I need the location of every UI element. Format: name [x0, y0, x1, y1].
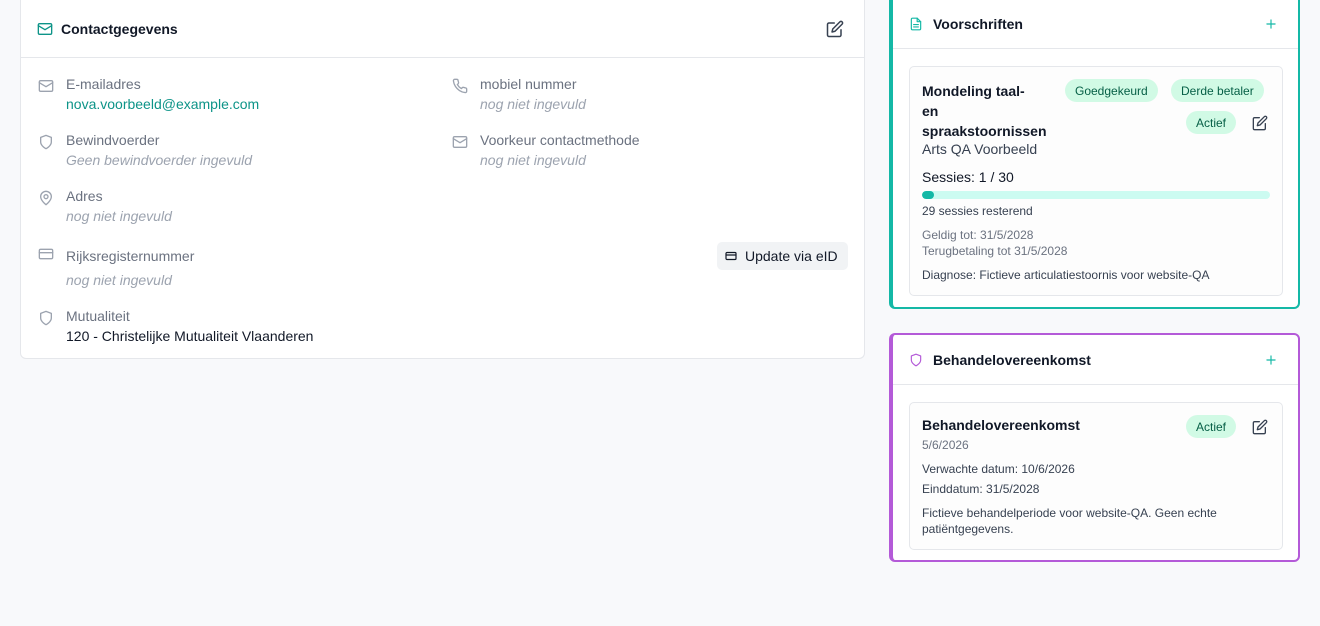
- field-email: E-mailadres nova.voorbeeld@example.com: [38, 76, 438, 116]
- agreement-date: 5/6/2026: [922, 438, 969, 452]
- document-icon: [909, 17, 923, 31]
- edit-contact-button[interactable]: [826, 20, 844, 38]
- address-label: Adres: [66, 188, 103, 204]
- agreement-title: Behandelovereenkomst: [933, 351, 1091, 368]
- edit-prescription-button[interactable]: [1252, 115, 1268, 131]
- guardian-value: Geen bewindvoerder ingevuld: [66, 152, 253, 168]
- contact-method-value: nog niet ingevuld: [480, 152, 586, 168]
- status-badge-third-party: Derde betaler: [1171, 79, 1264, 102]
- update-via-eid-button[interactable]: Update via eID: [717, 242, 848, 270]
- prescription-item: Mondeling taal- en spraakstoornissen Art…: [909, 66, 1283, 296]
- contact-card-title: Contactgegevens: [61, 20, 178, 37]
- plus-icon: [1266, 354, 1276, 365]
- valid-until: Geldig tot: 31/5/2028: [922, 228, 1034, 242]
- mail-icon: [37, 21, 53, 37]
- edit-icon: [826, 20, 844, 37]
- agreement-header: Behandelovereenkomst: [893, 335, 1298, 385]
- add-prescription-button[interactable]: [1264, 17, 1278, 31]
- sessions-label: Sessies: 1 / 30: [922, 169, 1014, 185]
- status-badge-active: Actief: [1186, 111, 1237, 134]
- prescriptions-header: Voorschriften: [893, 0, 1298, 49]
- address-value: nog niet ingevuld: [66, 208, 172, 224]
- agreement-note-line-1: Fictieve behandelperiode voor website-QA…: [922, 506, 1217, 520]
- sessions-progress-bar: [922, 191, 1270, 199]
- phone-icon: [452, 78, 468, 94]
- end-date: Einddatum: 31/5/2028: [922, 482, 1040, 496]
- status-badge-approved: Goedgekeurd: [1065, 79, 1158, 102]
- plus-icon: [1266, 19, 1276, 29]
- prescription-title-line-2: en: [922, 103, 939, 119]
- add-agreement-button[interactable]: [1264, 353, 1278, 367]
- email-link[interactable]: nova.voorbeeld@example.com: [66, 96, 259, 112]
- id-card-icon: [725, 250, 737, 262]
- status-badge-active: Actief: [1186, 415, 1237, 438]
- contact-card-header: Contactgegevens: [21, 0, 864, 58]
- prescription-title-line-1: Mondeling taal-: [922, 83, 1025, 99]
- edit-agreement-button[interactable]: [1252, 419, 1268, 435]
- edit-icon: [1252, 115, 1268, 131]
- mobile-label: mobiel nummer: [480, 76, 577, 92]
- prescription-title-line-3: spraakstoornissen: [922, 123, 1047, 139]
- field-insurer: Mutualiteit 120 - Christelijke Mutualite…: [38, 308, 538, 348]
- email-label: E-mailadres: [66, 76, 141, 92]
- contact-card: Contactgegevens E-mailadres nova.voorbee…: [20, 0, 865, 359]
- agreement-card: Behandelovereenkomst Behandelovereenkoms…: [889, 333, 1300, 562]
- update-via-eid-label: Update via eID: [745, 248, 838, 264]
- agreement-item: Behandelovereenkomst 5/6/2026 Actief Ver…: [909, 402, 1283, 550]
- national-id-label: Rijksregisternummer: [66, 248, 195, 264]
- field-address: Adres nog niet ingevuld: [38, 188, 438, 228]
- field-contact-method: Voorkeur contactmethode nog niet ingevul…: [452, 132, 852, 172]
- national-id-value: nog niet ingevuld: [66, 272, 172, 288]
- guardian-label: Bewindvoerder: [66, 132, 160, 148]
- sessions-progress-fill: [922, 191, 934, 199]
- prescriptions-title: Voorschriften: [933, 16, 1023, 32]
- prescription-doctor: Arts QA Voorbeeld: [922, 141, 1038, 157]
- prescriptions-card: Voorschriften Mondeling taal- en spraaks…: [889, 0, 1300, 309]
- mobile-value: nog niet ingevuld: [480, 96, 586, 112]
- expected-date: Verwachte datum: 10/6/2026: [922, 462, 1075, 476]
- mail-icon: [38, 78, 54, 94]
- shield-icon: [909, 353, 923, 367]
- refund-until: Terugbetaling tot 31/5/2028: [922, 244, 1068, 258]
- contact-method-label: Voorkeur contactmethode: [480, 132, 640, 148]
- field-national-id: Rijksregisternummer nog niet ingevuld: [38, 248, 438, 292]
- diagnosis: Diagnose: Fictieve articulatiestoornis v…: [922, 268, 1210, 282]
- map-pin-icon: [38, 190, 54, 206]
- id-card-icon: [38, 246, 54, 262]
- insurer-value: 120 - Christelijke Mutualiteit Vlaandere…: [66, 328, 314, 344]
- sessions-remaining: 29 sessies resterend: [922, 204, 1033, 218]
- field-guardian: Bewindvoerder Geen bewindvoerder ingevul…: [38, 132, 438, 172]
- edit-icon: [1252, 419, 1268, 435]
- shield-icon: [38, 134, 54, 150]
- shield-icon: [38, 310, 54, 326]
- agreement-item-title: Behandelovereenkomst: [922, 417, 1080, 433]
- insurer-label: Mutualiteit: [66, 308, 130, 324]
- field-mobile: mobiel nummer nog niet ingevuld: [452, 76, 852, 116]
- agreement-note-line-2: patiëntgegevens.: [922, 522, 1014, 536]
- mail-icon: [452, 134, 468, 150]
